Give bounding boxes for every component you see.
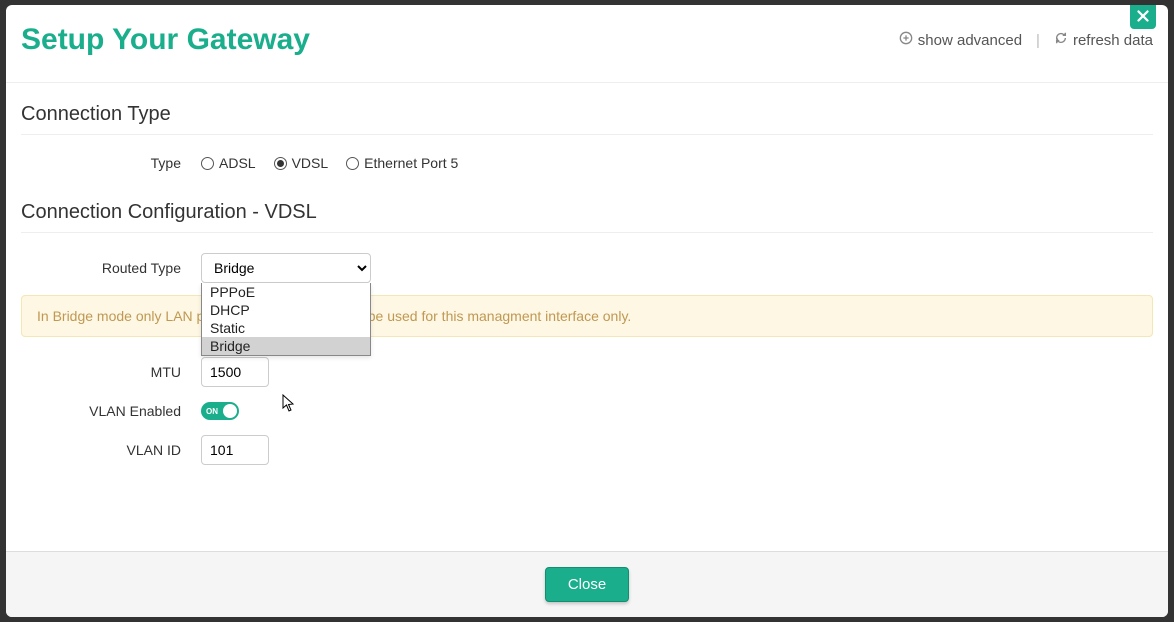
modal-close-button[interactable] [1130,5,1156,29]
vlan-enabled-label: VLAN Enabled [21,403,201,419]
radio-icon [274,157,287,170]
radio-adsl[interactable]: ADSL [201,155,256,171]
radio-ethernet-port5[interactable]: Ethernet Port 5 [346,155,458,171]
show-advanced-label: show advanced [918,32,1022,49]
vlan-id-input[interactable] [201,435,269,465]
mtu-label: MTU [21,364,201,380]
dropdown-option-dhcp[interactable]: DHCP [202,301,370,319]
section-connection-type-heading: Connection Type [21,103,1153,135]
radio-icon [346,157,359,170]
dropdown-option-bridge[interactable]: Bridge [202,337,370,355]
bridge-mode-alert: In Bridge mode only LAN port 4 and the w… [21,295,1153,337]
header-divider: | [1036,32,1040,49]
routed-type-dropdown: PPPoE DHCP Static Bridge [201,283,371,356]
vlan-id-label: VLAN ID [21,442,201,458]
close-button[interactable]: Close [545,567,629,602]
toggle-on-label: ON [206,407,218,416]
vlan-enabled-toggle[interactable]: ON [201,402,239,420]
show-advanced-link[interactable]: show advanced [899,31,1022,49]
section-connection-config-heading: Connection Configuration - VDSL [21,201,1153,233]
radio-label: Ethernet Port 5 [364,155,458,171]
plus-circle-icon [899,31,913,49]
routed-type-select[interactable]: Bridge [201,253,371,283]
toggle-knob [223,404,237,418]
refresh-icon [1054,31,1068,49]
refresh-data-link[interactable]: refresh data [1054,31,1153,49]
radio-label: VDSL [292,155,329,171]
close-icon [1137,9,1149,25]
radio-label: ADSL [219,155,256,171]
type-radio-group: ADSL VDSL Ethernet Port 5 [201,155,458,171]
radio-vdsl[interactable]: VDSL [274,155,329,171]
dropdown-option-pppoe[interactable]: PPPoE [202,283,370,301]
refresh-data-label: refresh data [1073,32,1153,49]
radio-icon [201,157,214,170]
dropdown-option-static[interactable]: Static [202,319,370,337]
page-title: Setup Your Gateway [21,23,310,57]
mtu-input[interactable] [201,357,269,387]
routed-type-label: Routed Type [21,260,201,276]
type-label: Type [21,155,201,171]
